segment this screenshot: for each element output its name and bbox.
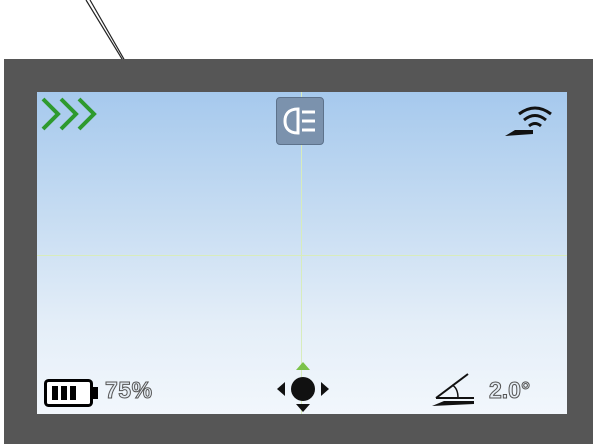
page: 75% 2.0°	[0, 0, 593, 446]
battery-level-text: 75%	[105, 377, 153, 404]
crosshair-horizontal	[37, 255, 567, 256]
headlight-icon	[283, 107, 315, 135]
tilt-angle-text: 2.0°	[488, 377, 531, 404]
camera-screen: 75% 2.0°	[37, 92, 567, 414]
headlight-button[interactable]	[276, 97, 324, 145]
triple-chevron-icon[interactable]	[41, 96, 105, 132]
direction-pad-icon[interactable]	[277, 362, 329, 412]
battery-icon	[44, 379, 98, 407]
angle-icon	[432, 373, 474, 406]
signal-icon	[505, 106, 552, 136]
